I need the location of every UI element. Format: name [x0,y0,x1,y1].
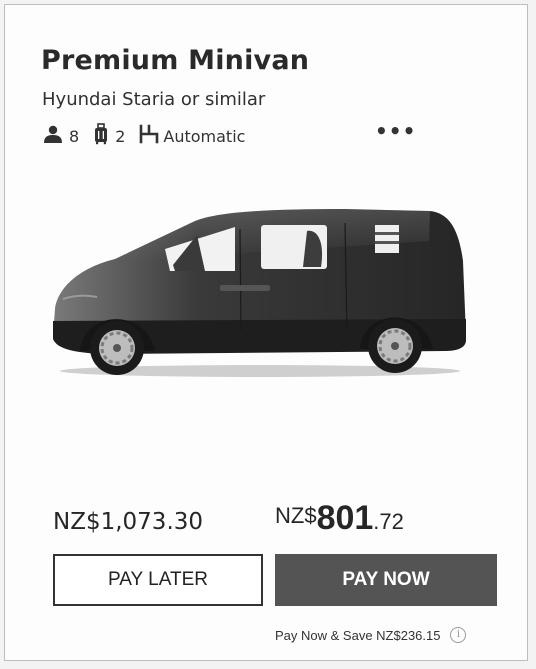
pay-now-decimal: .72 [373,509,404,534]
luggage-icon [93,123,109,149]
pay-later-price: NZ$1,073.30 [53,509,204,535]
pay-now-button[interactable]: PAY NOW [275,554,497,606]
pay-later-button[interactable]: PAY LATER [53,554,263,606]
vehicle-category-title: Premium Minivan [41,45,310,76]
vehicle-card: Premium Minivan Hyundai Staria or simila… [4,4,528,661]
bag-count: 2 [115,126,126,146]
vehicle-image [45,201,475,385]
gearshift-icon [139,124,159,148]
pay-now-currency: NZ$ [275,503,317,528]
vehicle-specs: 8 2 Automatic [43,123,259,149]
pay-now-price: NZ$ 801 .72 [275,499,404,538]
info-icon[interactable]: i [450,627,467,643]
pay-now-integer: 801 [316,499,374,537]
person-icon [43,124,63,148]
savings-note: Pay Now & Save NZ$236.15 i [275,627,467,643]
savings-note-text: Pay Now & Save NZ$236.15 [275,627,441,643]
more-options-icon[interactable]: ••• [375,119,416,143]
vehicle-model: Hyundai Staria or similar [42,89,266,110]
transmission-type: Automatic [163,126,246,146]
passenger-count: 8 [69,126,80,146]
